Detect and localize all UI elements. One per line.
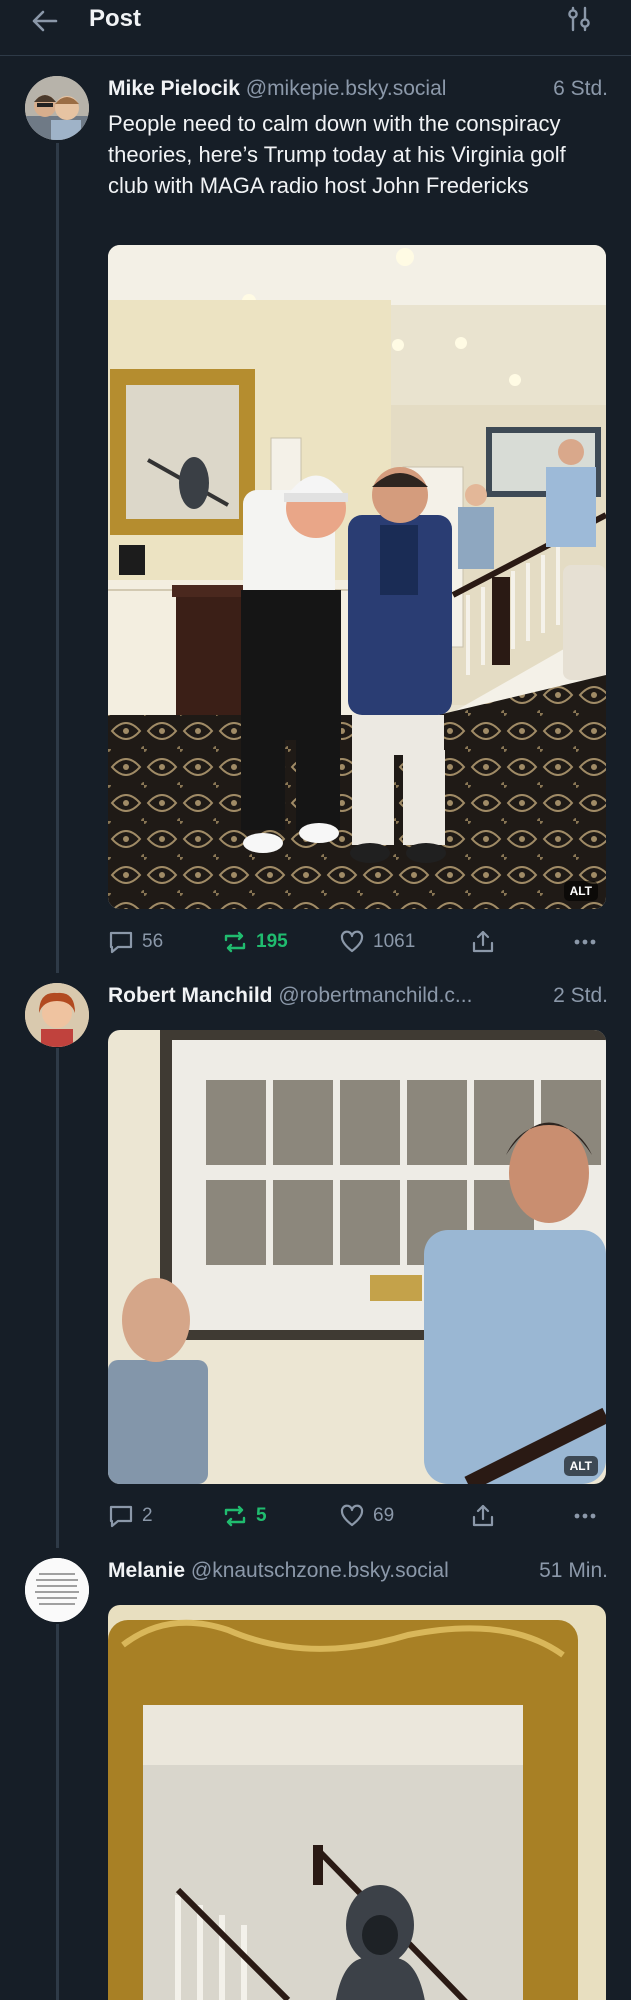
comment-icon bbox=[109, 1505, 133, 1528]
more-options-button[interactable] bbox=[572, 926, 598, 958]
repost-count: 5 bbox=[256, 1505, 267, 1526]
thread-line bbox=[56, 1624, 59, 2000]
author-name[interactable]: Melanie bbox=[108, 1559, 185, 1582]
page-title: Post bbox=[89, 5, 142, 32]
author-handle[interactable]: @robertmanchild.c... bbox=[278, 984, 472, 1007]
author-name[interactable]: Robert Manchild bbox=[108, 984, 273, 1007]
photo-golf-club bbox=[108, 245, 606, 909]
post-time[interactable]: 51 Min. bbox=[539, 1557, 608, 1585]
repost-icon bbox=[224, 1505, 246, 1527]
reply-count: 56 bbox=[142, 931, 164, 952]
more-options-button[interactable] bbox=[572, 1500, 598, 1532]
like-button[interactable]: 69 bbox=[339, 1500, 394, 1532]
alt-badge[interactable]: ALT bbox=[563, 1456, 598, 1476]
reply-button[interactable]: 2 bbox=[108, 1500, 153, 1532]
repost-button[interactable]: 5 bbox=[222, 1500, 267, 1532]
back-button[interactable] bbox=[28, 4, 62, 38]
comment-icon bbox=[109, 931, 133, 954]
share-icon bbox=[472, 930, 494, 953]
author-name[interactable]: Mike Pielocik bbox=[108, 77, 240, 100]
sliders-icon bbox=[568, 6, 590, 32]
author-handle[interactable]: @knautschzone.bsky.social bbox=[191, 1559, 449, 1582]
share-button[interactable] bbox=[470, 926, 496, 958]
thread-line bbox=[56, 1048, 59, 1548]
like-count: 1061 bbox=[373, 931, 416, 952]
post-time[interactable]: 6 Std. bbox=[553, 75, 608, 103]
like-count: 69 bbox=[373, 1505, 395, 1526]
post-text: People need to calm down with the conspi… bbox=[108, 111, 566, 198]
avatar[interactable] bbox=[25, 983, 89, 1047]
avatar[interactable] bbox=[25, 76, 89, 140]
author-handle[interactable]: @mikepie.bsky.social bbox=[246, 77, 447, 100]
post-author: Robert Manchild @robertmanchild.c... 2 S… bbox=[108, 982, 608, 1010]
post-time[interactable]: 2 Std. bbox=[553, 982, 608, 1010]
post-image[interactable] bbox=[108, 1605, 606, 2000]
more-icon bbox=[574, 939, 596, 945]
post-actions: 56 195 1061 bbox=[108, 926, 608, 958]
repost-count: 195 bbox=[256, 931, 288, 952]
heart-icon bbox=[340, 1504, 364, 1527]
repost-button[interactable]: 195 bbox=[222, 926, 288, 958]
share-icon bbox=[472, 1504, 494, 1527]
post-author: Mike Pielocik @mikepie.bsky.social 6 Std… bbox=[108, 75, 608, 103]
repost-icon bbox=[224, 931, 246, 953]
thread-line bbox=[56, 143, 59, 973]
post-author: Melanie @knautschzone.bsky.social 51 Min… bbox=[108, 1557, 608, 1585]
arrow-left-icon bbox=[32, 10, 58, 32]
photo-mirror-figure bbox=[108, 1605, 606, 2000]
heart-icon bbox=[340, 930, 364, 953]
share-button[interactable] bbox=[470, 1500, 496, 1532]
like-button[interactable]: 1061 bbox=[339, 926, 415, 958]
alt-badge[interactable]: ALT bbox=[563, 881, 598, 901]
more-icon bbox=[574, 1513, 596, 1519]
post-image[interactable]: ALT bbox=[108, 1030, 606, 1484]
post-actions: 2 5 69 bbox=[108, 1500, 608, 1532]
avatar[interactable] bbox=[25, 1558, 89, 1622]
post-image[interactable]: ALT bbox=[108, 245, 606, 909]
thread-settings-button[interactable] bbox=[564, 4, 594, 34]
reply-button[interactable]: 56 bbox=[108, 926, 163, 958]
top-bar: Post bbox=[0, 0, 631, 56]
reply-count: 2 bbox=[142, 1505, 153, 1526]
photo-staff-stairs bbox=[108, 1030, 606, 1484]
